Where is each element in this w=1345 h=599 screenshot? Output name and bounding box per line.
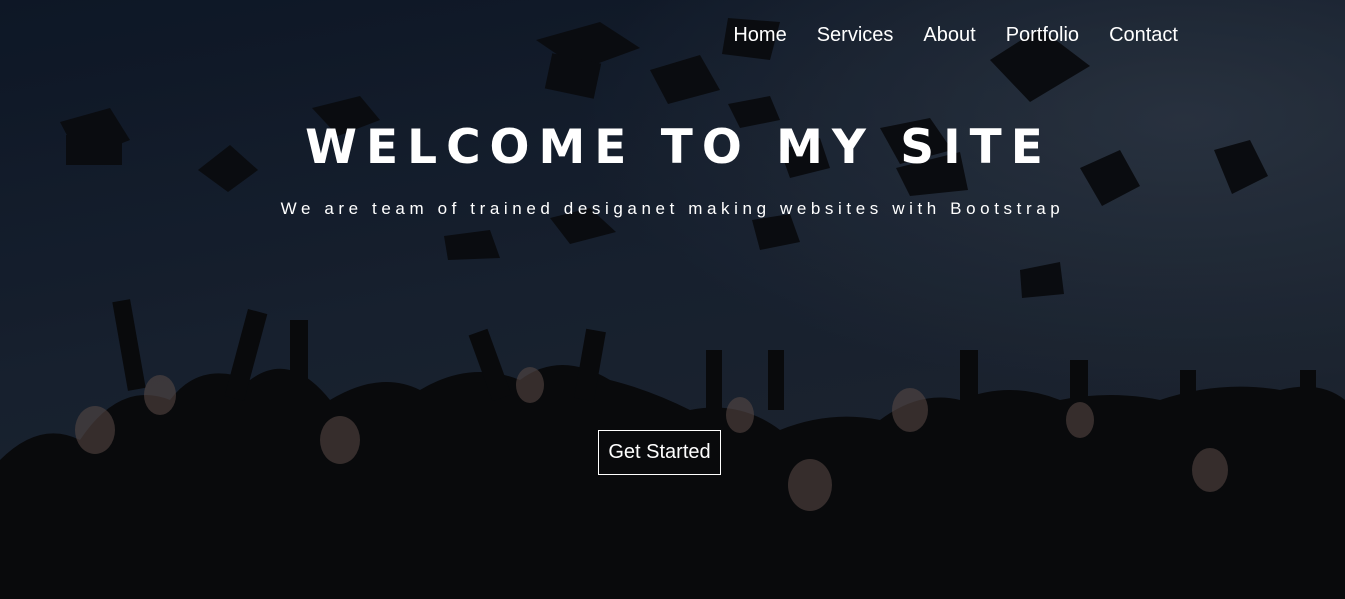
nav-link-portfolio[interactable]: Portfolio	[1006, 24, 1079, 47]
get-started-button[interactable]: Get Started	[598, 430, 721, 475]
dark-overlay	[0, 0, 1345, 599]
hero-subtitle: We are team of trained desiganet making …	[280, 199, 1065, 218]
nav-link-home[interactable]: Home	[733, 24, 786, 47]
nav-link-contact[interactable]: Contact	[1109, 24, 1178, 47]
nav-link-about[interactable]: About	[923, 24, 975, 47]
nav-link-services[interactable]: Services	[817, 24, 894, 47]
top-navigation: Home Services About Portfolio Contact	[733, 24, 1178, 47]
hero-section: Home Services About Portfolio Contact WE…	[0, 0, 1345, 599]
hero-title: WELCOME TO MY SITE	[305, 120, 1052, 175]
